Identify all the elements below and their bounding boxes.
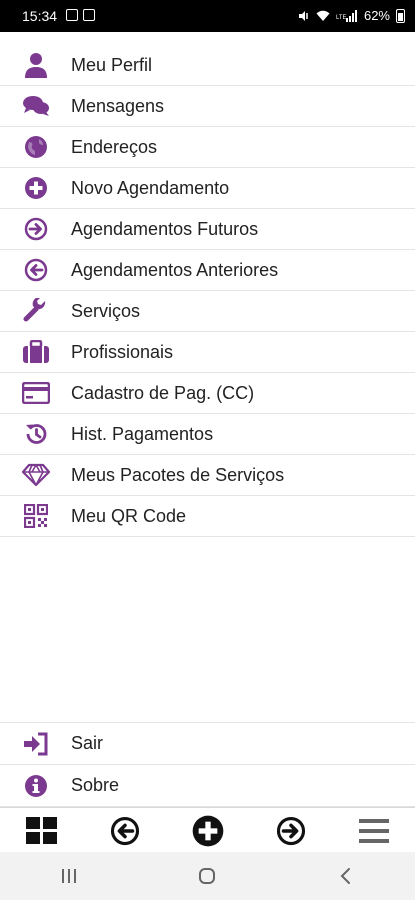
user-icon bbox=[22, 51, 50, 79]
arrow-left-circle-icon bbox=[22, 256, 50, 284]
wifi-icon bbox=[316, 10, 330, 21]
mute-icon bbox=[298, 10, 308, 21]
status-bar: 15:34 LTE 62% bbox=[0, 0, 415, 32]
menu-item-profissionais[interactable]: Profissionais bbox=[0, 332, 415, 373]
gallery-notification-icon bbox=[66, 9, 78, 21]
menu-item-label: Agendamentos Futuros bbox=[71, 218, 259, 239]
wrench-icon bbox=[22, 297, 50, 325]
menu-item-label: Meu Perfil bbox=[71, 54, 153, 75]
status-right: LTE 62% bbox=[298, 8, 405, 23]
menu-item-label: Agendamentos Anteriores bbox=[71, 259, 279, 280]
tab-menu[interactable] bbox=[354, 811, 394, 851]
menu-item-label: Sair bbox=[71, 733, 104, 753]
menu-item-novo-agendamento[interactable]: Novo Agendamento bbox=[0, 168, 415, 209]
globe-icon bbox=[22, 133, 50, 161]
tab-back[interactable] bbox=[105, 811, 145, 851]
history-icon bbox=[22, 420, 50, 448]
tab-forward[interactable] bbox=[271, 811, 311, 851]
tab-dashboard[interactable] bbox=[22, 811, 62, 851]
tab-add[interactable] bbox=[188, 811, 228, 851]
recent-apps-button[interactable] bbox=[49, 856, 89, 896]
tab-bar bbox=[0, 807, 415, 853]
home-icon bbox=[199, 868, 216, 884]
plus-circle-icon bbox=[22, 174, 50, 202]
menu-item-label: Mensagens bbox=[71, 95, 165, 116]
menu-icon bbox=[358, 818, 389, 843]
menu-item-label: Meus Pacotes de Serviços bbox=[71, 464, 285, 485]
sign-out-icon bbox=[22, 730, 50, 758]
menu-item-enderecos[interactable]: Endereços bbox=[0, 127, 415, 168]
diamond-icon bbox=[22, 461, 50, 489]
chat-icon bbox=[22, 92, 50, 120]
menu-item-meu-qr-code[interactable]: Meu QR Code bbox=[0, 496, 415, 537]
menu-item-label: Profissionais bbox=[71, 341, 174, 362]
menu-item-sair[interactable]: Sair bbox=[0, 723, 415, 765]
bottom-menu: Sair Sobre bbox=[0, 722, 415, 807]
notification-icons bbox=[66, 9, 95, 21]
menu-item-label: Sobre bbox=[71, 775, 120, 795]
info-icon bbox=[22, 772, 50, 800]
battery-percent: 62% bbox=[363, 8, 390, 23]
menu-item-sobre[interactable]: Sobre bbox=[0, 765, 415, 807]
plus-circle-icon bbox=[192, 815, 223, 846]
credit-card-icon bbox=[22, 379, 50, 407]
menu-item-meu-perfil[interactable]: Meu Perfil bbox=[0, 45, 415, 86]
grid-icon bbox=[25, 816, 57, 844]
home-button[interactable] bbox=[187, 856, 227, 896]
back-button[interactable] bbox=[326, 856, 366, 896]
image-notification-icon bbox=[83, 9, 95, 21]
menu-item-servicos[interactable]: Serviços bbox=[0, 291, 415, 332]
recent-apps-icon bbox=[62, 869, 77, 883]
main-menu: Meu Perfil Mensagens Endereços Novo Agen… bbox=[0, 45, 415, 537]
menu-item-label: Serviços bbox=[71, 300, 141, 321]
menu-item-mensagens[interactable]: Mensagens bbox=[0, 86, 415, 127]
battery-icon bbox=[396, 8, 405, 23]
svg-text:LTE: LTE bbox=[336, 15, 347, 21]
menu-item-label: Cadastro de Pag. (CC) bbox=[71, 382, 255, 403]
menu-item-hist-pagamentos[interactable]: Hist. Pagamentos bbox=[0, 414, 415, 455]
menu-item-label: Meu QR Code bbox=[71, 505, 187, 526]
briefcase-icon bbox=[22, 338, 50, 366]
menu-item-label: Endereços bbox=[71, 136, 158, 157]
back-icon bbox=[340, 868, 350, 884]
menu-item-cadastro-pagamento[interactable]: Cadastro de Pag. (CC) bbox=[0, 373, 415, 414]
signal-icon: LTE bbox=[336, 9, 357, 22]
menu-item-meus-pacotes[interactable]: Meus Pacotes de Serviços bbox=[0, 455, 415, 496]
menu-item-label: Hist. Pagamentos bbox=[71, 423, 214, 444]
system-nav-bar bbox=[0, 852, 415, 900]
qrcode-icon bbox=[22, 502, 50, 530]
status-time: 15:34 bbox=[22, 8, 58, 24]
menu-item-agendamentos-futuros[interactable]: Agendamentos Futuros bbox=[0, 209, 415, 250]
arrow-left-circle-icon bbox=[110, 816, 139, 845]
arrow-right-circle-icon bbox=[276, 816, 305, 845]
menu-item-agendamentos-anteriores[interactable]: Agendamentos Anteriores bbox=[0, 250, 415, 291]
menu-item-label: Novo Agendamento bbox=[71, 177, 230, 198]
arrow-right-circle-icon bbox=[22, 215, 50, 243]
